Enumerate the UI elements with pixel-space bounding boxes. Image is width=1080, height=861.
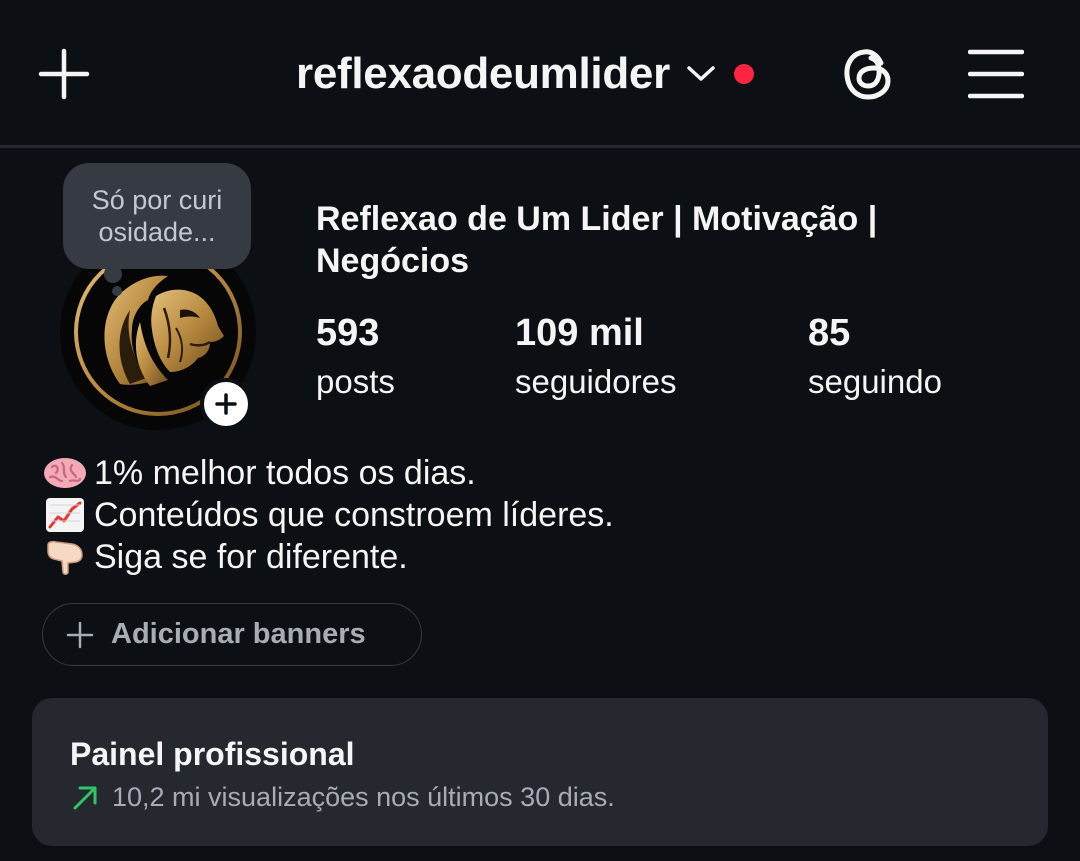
create-button[interactable] xyxy=(38,48,90,100)
profile-bio: 1% melhor todos os dias. Conteúdos que c… xyxy=(42,452,1042,578)
plus-icon xyxy=(38,48,90,100)
bio-line: Siga se for diferente. xyxy=(42,536,1042,578)
professional-dashboard-card[interactable]: Painel profissional 10,2 mi visualizaçõe… xyxy=(32,698,1048,846)
add-story-button[interactable] xyxy=(200,378,252,430)
chevron-down-icon xyxy=(686,64,716,84)
threads-icon xyxy=(844,49,891,100)
add-banners-button[interactable]: Adicionar banners xyxy=(42,603,422,666)
plus-icon xyxy=(66,621,94,648)
brain-emoji-icon xyxy=(42,455,88,491)
stat-following-label: seguindo xyxy=(808,363,942,400)
chart-increasing-emoji-icon xyxy=(42,497,88,533)
add-banners-label: Adicionar banners xyxy=(111,618,366,650)
stat-following[interactable]: 85 seguindo xyxy=(808,310,942,404)
professional-dashboard-title: Painel profissional xyxy=(70,736,355,772)
threads-button[interactable] xyxy=(838,44,898,104)
bio-line-text: Siga se for diferente. xyxy=(94,537,408,576)
notification-dot xyxy=(733,64,754,84)
account-switcher[interactable]: reflexaodeumlider xyxy=(296,46,754,102)
professional-dashboard-summary: 10,2 mi visualizações nos últimos 30 dia… xyxy=(70,782,615,813)
stat-following-count: 85 xyxy=(808,312,851,354)
professional-dashboard-views: 10,2 mi visualizações nos últimos 30 dia… xyxy=(112,782,615,812)
pointing-down-emoji-icon xyxy=(42,539,88,575)
stat-followers[interactable]: 109 mil seguidores xyxy=(515,310,676,404)
note-bubble-tail-small xyxy=(112,286,122,296)
top-app-bar: reflexaodeumlider xyxy=(0,0,1080,148)
profile-full-name: Reflexao de Um Lider | Motivação | Negóc… xyxy=(316,200,878,280)
profile-username: reflexaodeumlider xyxy=(296,49,670,98)
stat-posts[interactable]: 593 posts xyxy=(316,310,395,404)
hamburger-menu-icon xyxy=(968,49,1024,99)
stat-posts-count: 593 xyxy=(316,312,380,354)
menu-button[interactable] xyxy=(968,48,1024,100)
plus-icon xyxy=(215,393,237,415)
bio-line-text: Conteúdos que constroem líderes. xyxy=(94,495,614,534)
note-bubble-tail xyxy=(104,265,122,283)
stat-followers-count: 109 mil xyxy=(515,312,644,354)
stat-posts-label: posts xyxy=(316,363,395,400)
bio-line-text: 1% melhor todos os dias. xyxy=(94,453,476,492)
trend-up-arrow-icon xyxy=(73,786,97,809)
bio-line: Conteúdos que constroem líderes. xyxy=(42,494,1042,536)
profile-note-text: Só por curi osidade... xyxy=(91,185,223,247)
profile-note-bubble[interactable]: Só por curi osidade... xyxy=(63,163,251,269)
bio-line: 1% melhor todos os dias. xyxy=(42,452,1042,494)
stat-followers-label: seguidores xyxy=(515,363,677,400)
